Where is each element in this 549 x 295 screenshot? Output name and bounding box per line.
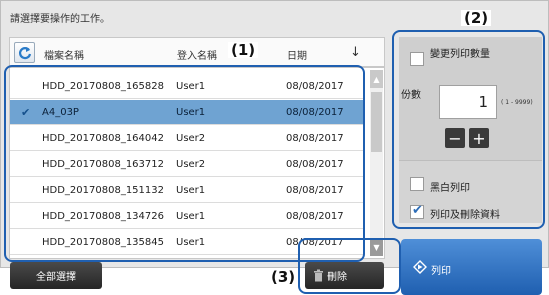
print-button[interactable]: 列印 [401,239,542,295]
instruction-text: 請選擇要操作的工作。 [10,14,110,25]
scrollbar[interactable]: ▲ ▼ [370,70,383,256]
column-header-file-name[interactable]: 檔案名稱 [44,47,84,62]
refresh-icon [18,46,31,59]
delete-label: 刪除 [327,272,347,283]
list-header: 檔案名稱 登入名稱 日期 ↓ [9,37,385,67]
trash-icon [314,269,323,282]
select-all-label: 全部選擇 [36,272,76,283]
refresh-button[interactable] [14,42,35,63]
callout-3-label: (3) [268,269,299,285]
column-header-login-name[interactable]: 登入名稱 [177,47,217,62]
callout-1-label: (1) [228,42,259,58]
print-label: 列印 [431,266,451,277]
delete-button[interactable]: 刪除 [305,262,384,289]
print-icon [413,260,427,274]
callout-1-frame [4,65,365,262]
scroll-up-button[interactable]: ▲ [370,70,383,88]
scroll-thumb[interactable] [371,92,382,152]
column-header-date[interactable]: 日期 [287,47,307,62]
sort-icon[interactable]: ↓ [350,45,361,60]
callout-2-label: (2) [461,10,492,26]
select-all-button[interactable]: 全部選擇 [10,262,102,289]
callout-2-frame [392,30,545,229]
